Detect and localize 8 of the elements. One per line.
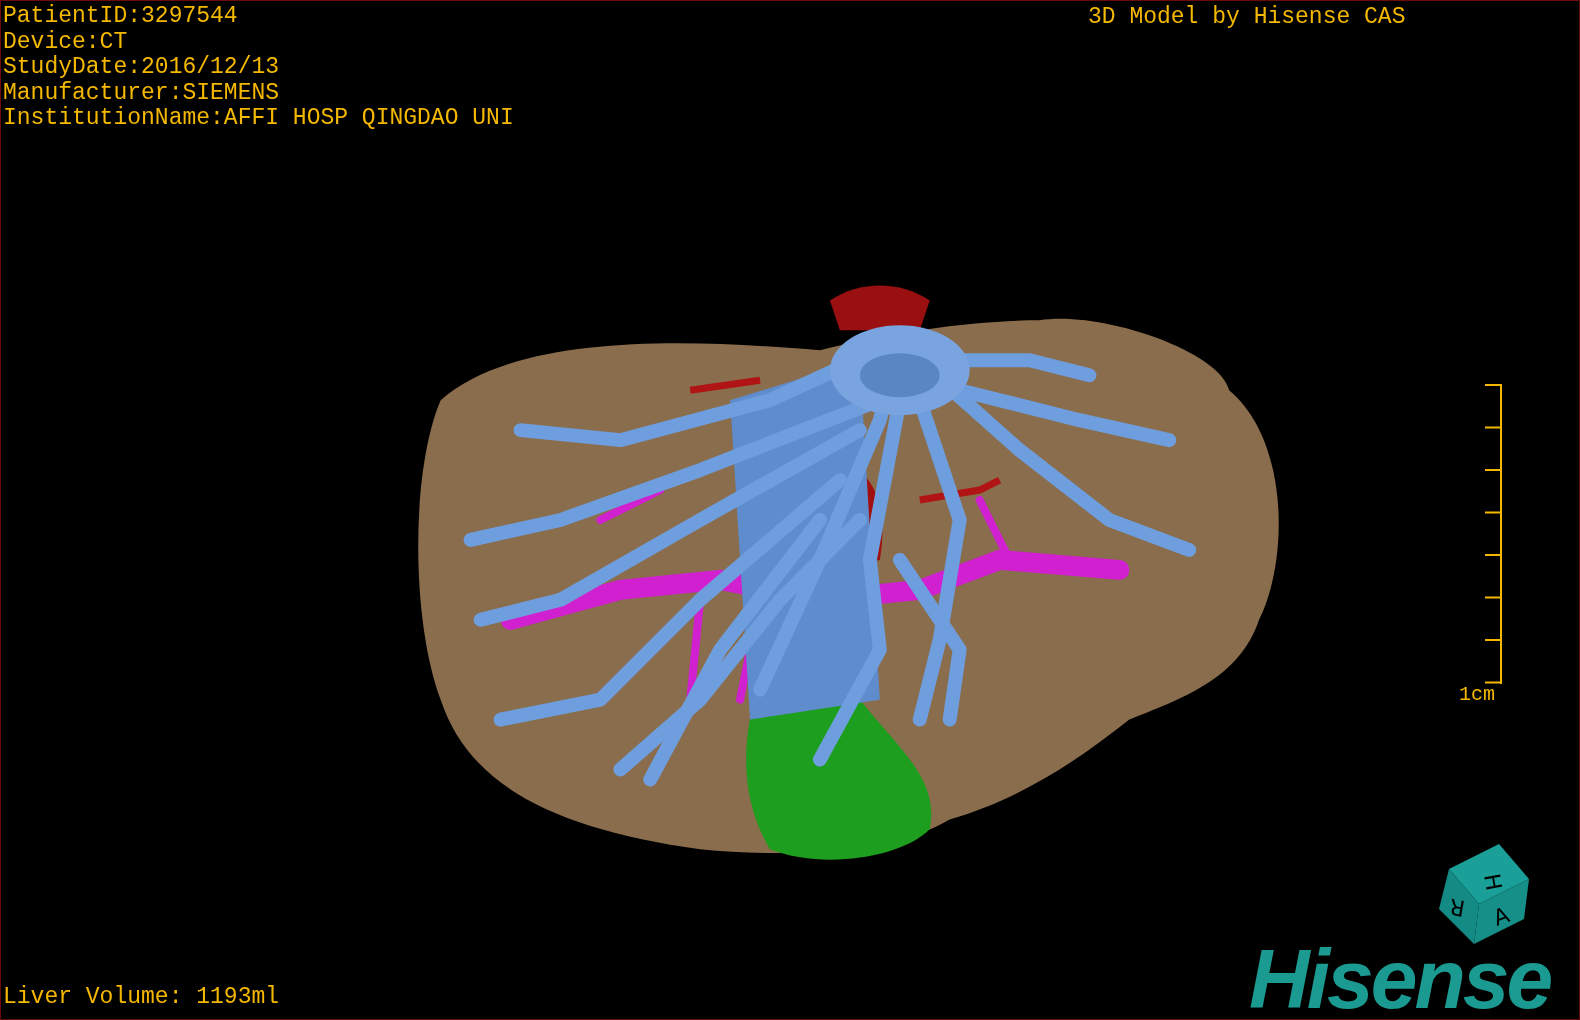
- patient-info-text: StudyDate:2016/12/13: [3, 55, 281, 81]
- patient-info-text: PatientID:3297544: [3, 4, 239, 30]
- patient-info-text: Device:CT: [3, 29, 129, 55]
- scale-label: 1cm: [1459, 682, 1495, 708]
- liver-volume-text: Liver Volume: 1193ml: [3, 985, 280, 1011]
- patient-info-text: Manufacturer:SIEMENS: [3, 80, 281, 106]
- header-text: 3D Model by Hisense CAS: [1088, 5, 1406, 31]
- patient-info-text: InstitutionName:AFFI HOSP QINGDAO UNI: [3, 106, 514, 132]
